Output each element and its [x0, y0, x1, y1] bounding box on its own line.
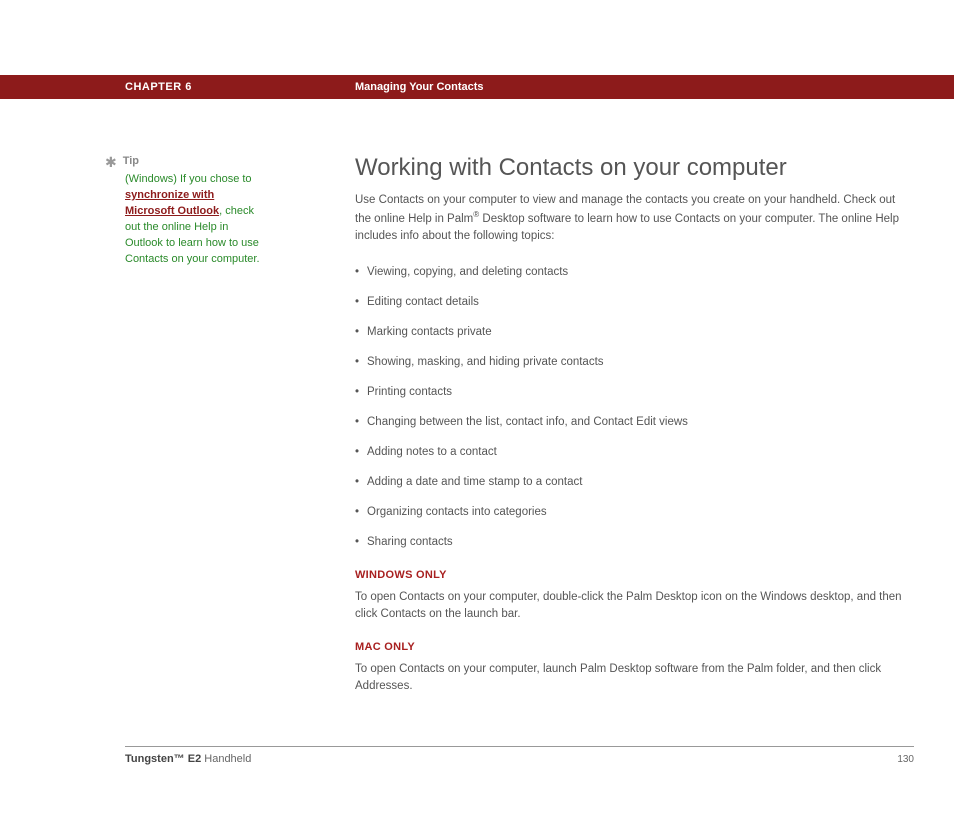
sidebar: ✱ Tip (Windows) If you chose to synchron…: [105, 154, 285, 714]
list-item: Editing contact details: [355, 294, 914, 310]
tip-body: (Windows) If you chose to synchronize wi…: [105, 172, 265, 268]
mac-body: To open Contacts on your computer, launc…: [355, 661, 914, 696]
list-item: Showing, masking, and hiding private con…: [355, 354, 914, 370]
page-footer: Tungsten™ E2 Handheld 130: [125, 746, 914, 765]
list-item: Printing contacts: [355, 384, 914, 400]
list-item: Adding notes to a contact: [355, 444, 914, 460]
list-item: Organizing contacts into categories: [355, 504, 914, 520]
list-item: Viewing, copying, and deleting contacts: [355, 264, 914, 280]
tip-label: Tip: [123, 154, 139, 170]
chapter-title: Managing Your Contacts: [355, 81, 484, 93]
chapter-number: CHAPTER 6: [125, 81, 355, 93]
page-heading: Working with Contacts on your computer: [355, 154, 914, 182]
list-item: Marking contacts private: [355, 324, 914, 340]
list-item: Sharing contacts: [355, 534, 914, 550]
tip-text-before: (Windows) If you chose to: [125, 173, 252, 185]
intro-paragraph: Use Contacts on your computer to view an…: [355, 192, 914, 246]
windows-only-label: WINDOWS ONLY: [355, 569, 914, 581]
tip-header: ✱ Tip: [105, 154, 265, 170]
product-rest: Handheld: [201, 753, 251, 765]
list-item: Changing between the list, contact info,…: [355, 414, 914, 430]
windows-body: To open Contacts on your computer, doubl…: [355, 589, 914, 624]
main-content: Working with Contacts on your computer U…: [285, 154, 914, 714]
chapter-header: CHAPTER 6 Managing Your Contacts: [0, 75, 954, 99]
mac-only-label: MAC ONLY: [355, 641, 914, 653]
tip-box: ✱ Tip (Windows) If you chose to synchron…: [105, 154, 265, 268]
topics-list: Viewing, copying, and deleting contacts …: [355, 264, 914, 551]
content-area: ✱ Tip (Windows) If you chose to synchron…: [0, 99, 954, 714]
sync-outlook-link[interactable]: synchronize with Microsoft Outlook: [125, 189, 219, 217]
product-bold: Tungsten™ E2: [125, 753, 201, 765]
header-edge: [940, 150, 954, 174]
asterisk-icon: ✱: [105, 155, 117, 169]
page-number: 130: [897, 754, 914, 765]
product-name: Tungsten™ E2 Handheld: [125, 753, 251, 765]
list-item: Adding a date and time stamp to a contac…: [355, 474, 914, 490]
